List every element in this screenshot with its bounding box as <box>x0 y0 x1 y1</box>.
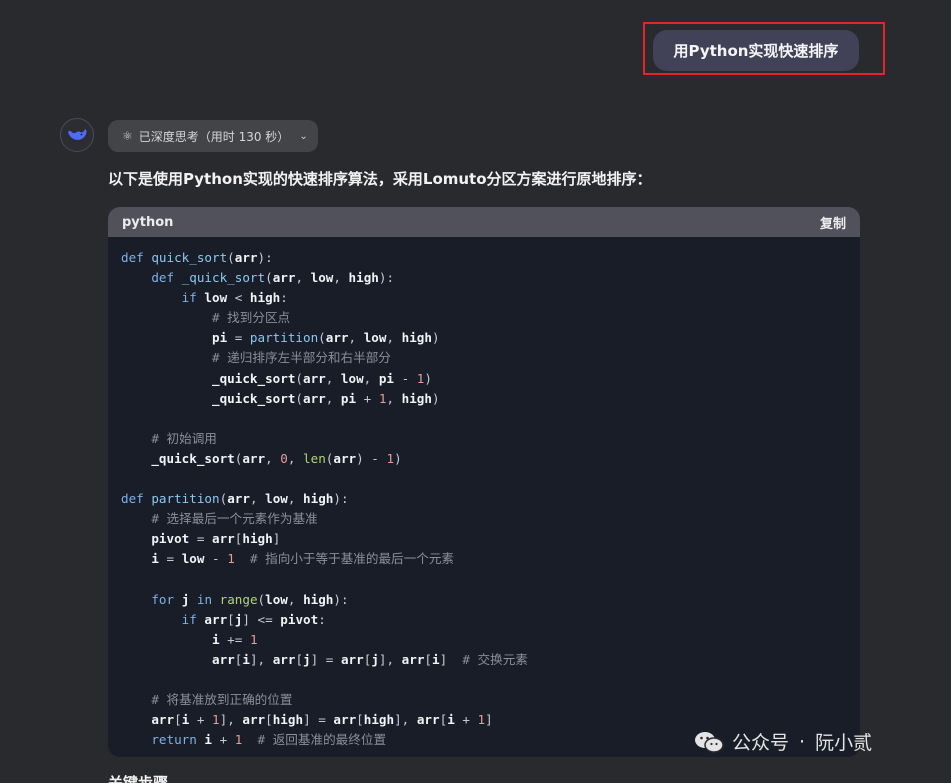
thinking-label: 已深度思考（用时 130 秒） <box>138 129 290 144</box>
next-section-heading: 关键步骤 <box>108 774 169 783</box>
assistant-intro: 以下是使用Python实现的快速排序算法，采用Lomuto分区方案进行原地排序： <box>108 170 652 188</box>
watermark-source: 公众号 <box>732 732 790 754</box>
watermark-author: 阮小贰 <box>815 732 873 754</box>
code-body: def quick_sort(arr): def _quick_sort(arr… <box>108 237 860 757</box>
code-line: i = low - 1 # 指向小于等于基准的最后一个元素 <box>151 551 455 567</box>
code-line: # 选择最后一个元素作为基准 <box>151 511 318 527</box>
assistant-avatar <box>60 118 94 152</box>
code-line: if arr[j] <= pivot: <box>181 611 326 627</box>
code-line: _quick_sort(arr, 0, len(arr) - 1) <box>151 450 402 466</box>
code-line: pivot = arr[high] <box>151 531 281 547</box>
code-line: # 将基准放到正确的位置 <box>151 692 293 708</box>
code-line: _quick_sort(arr, pi + 1, high) <box>212 390 440 406</box>
code-line: if low < high: <box>181 290 288 306</box>
code-header: python 复制 <box>108 207 860 237</box>
atom-icon: ⚛ <box>122 129 133 143</box>
code-line: def partition(arr, low, high): <box>121 491 349 507</box>
code-block: python 复制 def quick_sort(arr): def _quic… <box>108 207 860 757</box>
wechat-icon <box>695 731 724 753</box>
code-line: # 递归排序左半部分和右半部分 <box>212 350 391 366</box>
code-line: def quick_sort(arr): <box>121 250 273 265</box>
thinking-toggle[interactable]: ⚛ 已深度思考（用时 130 秒） ⌄ <box>108 120 318 152</box>
chevron-down-icon: ⌄ <box>299 130 308 142</box>
whale-logo-icon <box>68 129 87 140</box>
user-message-text: 用Python实现快速排序 <box>673 42 839 60</box>
code-line: _quick_sort(arr, low, pi - 1) <box>212 370 432 386</box>
watermark-separator: · <box>799 730 806 753</box>
user-message-bubble: 用Python实现快速排序 <box>653 30 859 71</box>
code-line: def _quick_sort(arr, low, high): <box>151 270 395 286</box>
code-line: i += 1 <box>212 631 258 647</box>
code-line: # 找到分区点 <box>212 310 291 326</box>
watermark: 公众号 · 阮小贰 <box>694 728 872 755</box>
code-language: python <box>122 214 174 230</box>
code-line: arr[i], arr[j] = arr[j], arr[i] # 交换元素 <box>212 651 528 667</box>
code-line: pi = partition(arr, low, high) <box>212 330 440 346</box>
code-line: for j in range(low, high): <box>151 591 349 607</box>
code-line: # 初始调用 <box>151 430 217 446</box>
copy-button[interactable]: 复制 <box>820 213 846 232</box>
